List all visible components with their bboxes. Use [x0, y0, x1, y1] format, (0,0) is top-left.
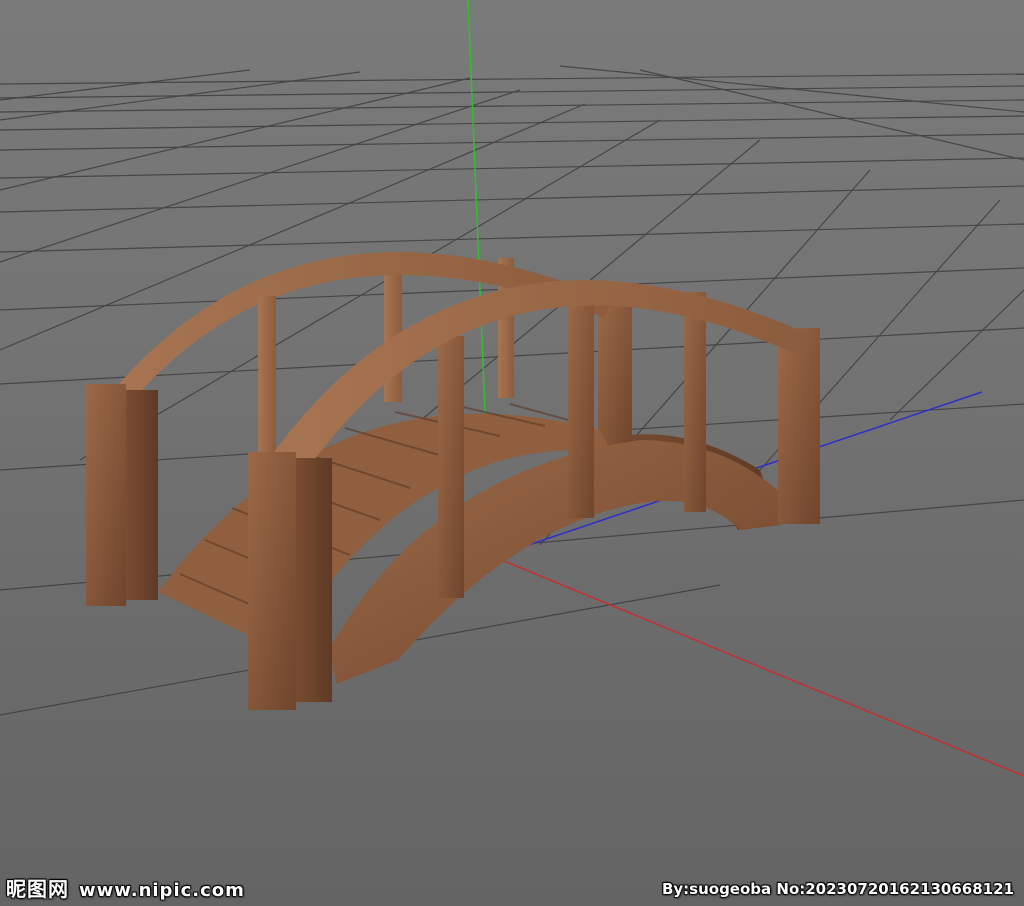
watermark-number: No:20230720162130668121	[776, 880, 1014, 898]
watermark-site: 昵图网 www.nipic.com	[6, 873, 245, 902]
3d-viewport[interactable]: 昵图网 www.nipic.com By:suogeoba No:20230720…	[0, 0, 1024, 906]
y-axis-line	[467, 0, 487, 437]
left-back-post	[86, 384, 126, 606]
viewport-canvas[interactable]	[0, 0, 1024, 906]
watermark-site-name: 昵图网	[6, 877, 69, 901]
left-back-post-side	[126, 390, 158, 600]
bridge-model[interactable]	[86, 251, 820, 710]
railing-post	[258, 296, 276, 456]
front-post	[568, 290, 594, 518]
left-front-post-side	[296, 458, 332, 702]
front-post	[438, 336, 464, 598]
x-axis-line	[491, 555, 1024, 777]
watermark-site-url: www.nipic.com	[79, 880, 245, 901]
watermark-author: By:suogeoba	[661, 880, 772, 898]
right-end-post	[778, 328, 820, 524]
left-front-post	[248, 452, 296, 710]
front-post	[684, 292, 706, 512]
watermark-credit: By:suogeoba No:20230720162130668121	[662, 880, 1014, 898]
